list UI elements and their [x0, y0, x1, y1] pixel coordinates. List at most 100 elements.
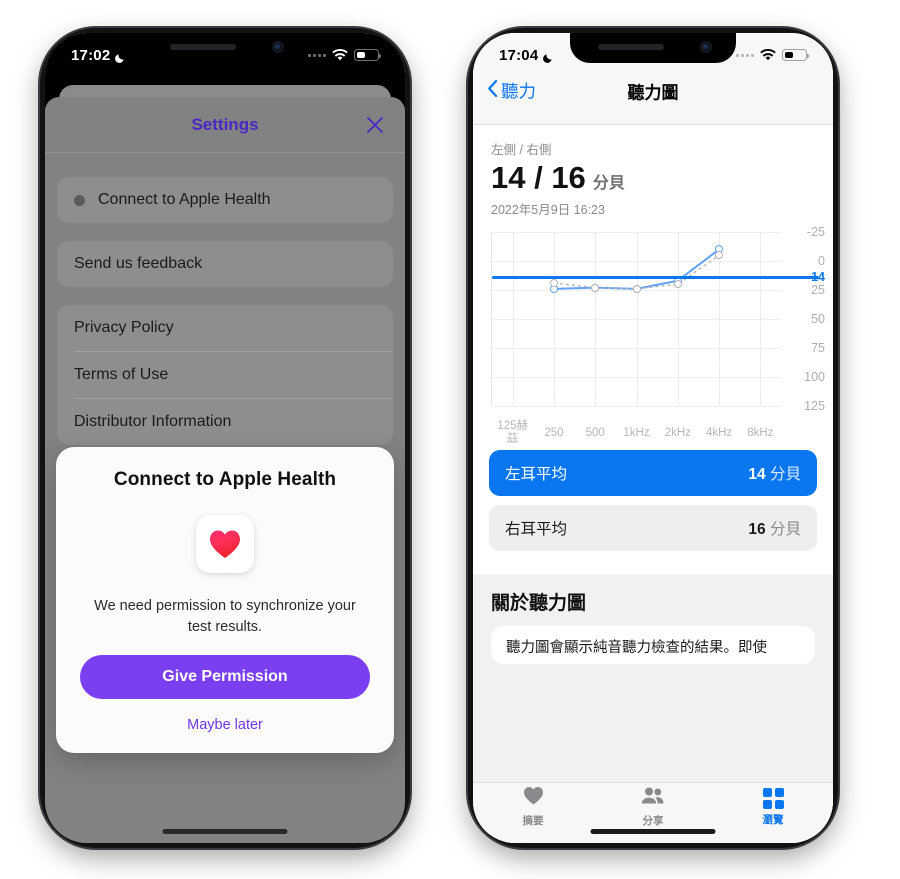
front-camera-icon [272, 41, 284, 53]
cellular-dots-icon [308, 53, 326, 57]
battery-icon [354, 49, 382, 61]
maybe-later-link[interactable]: Maybe later [80, 717, 370, 733]
ears-label: 左側 / 右側 [491, 143, 552, 157]
screenshot-stage: Settings Connect to Apple Health Send us… [0, 0, 900, 879]
settings-group-health: Connect to Apple Health [57, 177, 393, 223]
modal-title: Connect to Apple Health [113, 469, 337, 490]
status-bar-indicators [308, 49, 382, 61]
home-indicator[interactable] [590, 829, 716, 834]
right-phone-device: 聽力 聽力圖 左側 / 右側 14 / 16 分貝 2022年5月9日 16:2… [468, 28, 838, 848]
status-bar-time-group: 17:02 [71, 47, 126, 64]
measurement-timestamp: 2022年5月9日 16:23 [491, 203, 605, 217]
chart-data-point [673, 280, 682, 289]
clock-label: 17:02 [71, 46, 111, 64]
chart-data-point [632, 284, 641, 293]
chart-y-tick-label: 75 [811, 341, 825, 355]
connect-apple-health-modal: Connect to Apple Health We need permissi… [56, 447, 394, 754]
chart-plot-area: -25 0 25 50 75 100 125 125赫茲 250 500 1kHz 2kHz 4kHz 8… [491, 225, 825, 445]
clock-label: 17:04 [499, 46, 539, 64]
chart-x-tick-label: 500 [585, 426, 605, 439]
chart-series-layer [553, 248, 720, 290]
people-icon [641, 786, 665, 810]
chart-data-point [715, 251, 724, 260]
about-text: 聽力圖會顯示純音聽力檢查的結果。即使 [491, 626, 815, 664]
give-permission-button[interactable]: Give Permission [80, 655, 370, 700]
left-ear-average-row[interactable]: 左耳平均 14 分貝 [489, 450, 817, 496]
about-section: 關於聽力圖 聽力圖會顯示純音聽力檢查的結果。即使 [473, 574, 833, 783]
chart-data-point [549, 279, 558, 288]
row-label: 右耳平均 [505, 521, 568, 538]
row-label: Distributor Information [74, 413, 232, 430]
chart-x-tick-label: 4kHz [705, 426, 733, 439]
row-label: Privacy Policy [74, 319, 174, 336]
measurement-summary: 左側 / 右側 14 / 16 分貝 2022年5月9日 16:23 [473, 125, 833, 218]
header-divider [45, 152, 405, 153]
grid-icon [762, 787, 784, 809]
chart-x-tick-label: 2kHz [664, 426, 691, 439]
tab-label: 摘要 [522, 815, 544, 827]
battery-icon [782, 49, 810, 61]
row-label: 左耳平均 [505, 466, 568, 483]
chart-data-point [591, 283, 600, 292]
status-bar-time-group: 17:04 [499, 47, 554, 64]
right-phone-screen: 聽力 聽力圖 左側 / 右側 14 / 16 分貝 2022年5月9日 16:2… [473, 33, 833, 843]
scroll-content[interactable]: 左側 / 右側 14 / 16 分貝 2022年5月9日 16:23 -25 0 2… [473, 125, 833, 783]
status-dot-icon [74, 194, 85, 206]
earpiece-speaker [170, 44, 236, 50]
front-camera-icon [700, 41, 712, 53]
chart-y-tick-label: 100 [804, 370, 825, 384]
chart-x-tick-label: 125赫茲 [497, 419, 528, 445]
tab-label: 分享 [642, 815, 664, 827]
tab-share[interactable]: 分享 [593, 783, 713, 843]
right-ear-average-row[interactable]: 右耳平均 16 分貝 [489, 505, 817, 551]
left-notch [142, 33, 308, 63]
chart-average-line [492, 275, 819, 279]
chart-gridline-horizontal [492, 406, 781, 407]
sidebar-item-privacy-policy[interactable]: Privacy Policy [57, 305, 393, 351]
row-value: 14 分貝 [748, 462, 801, 484]
chart-x-tick-label: 250 [544, 426, 564, 439]
settings-group-feedback: Send us feedback [57, 241, 393, 287]
sidebar-item-distributor-information[interactable]: Distributor Information [57, 399, 393, 445]
audiogram-screen: 聽力 聽力圖 左側 / 右側 14 / 16 分貝 2022年5月9日 16:2… [473, 33, 833, 843]
value-unit: 分貝 [769, 521, 801, 538]
crescent-moon-icon [543, 50, 554, 63]
measurement-unit: 分貝 [592, 175, 625, 192]
chart-x-tick-label: 8kHz [747, 426, 774, 439]
chart-y-tick-label: 25 [811, 283, 825, 297]
value-number: 16 [748, 521, 766, 538]
modal-body-text: We need permission to synchronize your t… [94, 598, 356, 636]
cellular-dots-icon [736, 53, 754, 57]
tab-browse[interactable]: 瀏覽 [713, 783, 833, 843]
right-notch [570, 33, 736, 63]
sidebar-item-terms-of-use[interactable]: Terms of Use [57, 352, 393, 398]
row-value: 16 分貝 [748, 517, 801, 539]
chart-y-tick-label: 125 [804, 399, 825, 413]
left-phone-device: Settings Connect to Apple Health Send us… [40, 28, 410, 848]
row-label: Terms of Use [74, 366, 169, 383]
sidebar-item-connect-apple-health[interactable]: Connect to Apple Health [57, 177, 393, 223]
value-unit: 分貝 [769, 466, 801, 483]
audiogram-chart: -25 0 25 50 75 100 125 125赫茲 250 500 1kHz 2kHz 4kHz 8… [473, 225, 833, 445]
about-heading: 關於聽力圖 [491, 593, 587, 614]
row-label: Connect to Apple Health [98, 191, 271, 208]
tab-summary[interactable]: 摘要 [473, 783, 593, 843]
page-title: 聽力圖 [627, 83, 679, 103]
chart-y-tick-label: 50 [811, 312, 825, 326]
status-bar-indicators [736, 49, 810, 61]
chart-y-tick-label: -25 [806, 225, 825, 239]
settings-group-legal: Privacy Policy Terms of Use Distributor … [57, 305, 393, 445]
apple-health-heart-icon [196, 515, 254, 573]
measurement-value-row: 14 / 16 分貝 [491, 160, 815, 196]
crescent-moon-icon [115, 50, 126, 63]
sidebar-item-send-feedback[interactable]: Send us feedback [57, 241, 393, 287]
settings-screen: Settings Connect to Apple Health Send us… [45, 33, 405, 843]
sheet-header: Settings [45, 97, 405, 152]
row-label: Send us feedback [74, 255, 203, 272]
earpiece-speaker [598, 44, 664, 50]
heart-icon [523, 786, 544, 810]
home-indicator[interactable] [162, 829, 288, 834]
tab-label: 瀏覽 [762, 813, 784, 826]
chart-y-tick-label: 0 [818, 254, 825, 268]
close-icon[interactable] [363, 113, 387, 137]
